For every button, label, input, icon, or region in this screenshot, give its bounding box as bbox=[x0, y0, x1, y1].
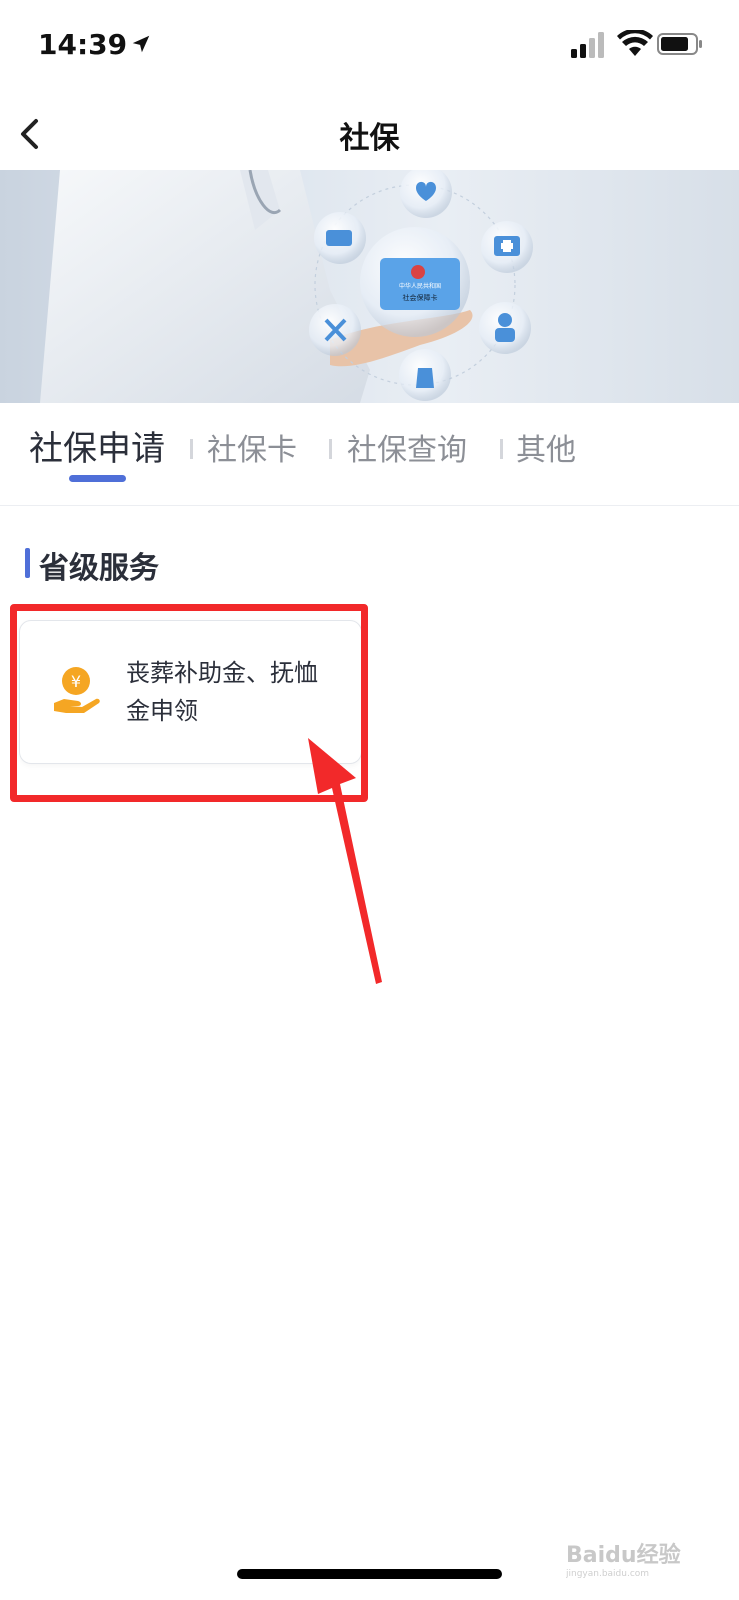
banner-illustration: 中华人民共和国 社会保障卡 bbox=[40, 170, 533, 403]
tab-shebao-apply[interactable]: 社保申请 bbox=[29, 421, 165, 470]
annotation-arrow-icon bbox=[308, 738, 382, 984]
tab-shebao-query[interactable]: 社保查询 bbox=[347, 425, 467, 469]
category-tabs: 社保申请 社保卡 社保查询 其他 bbox=[0, 403, 739, 506]
tab-divider bbox=[190, 439, 193, 459]
baidu-jingyan-watermark: Baidu经验 jingyan.baidu.com bbox=[566, 1542, 681, 1578]
battery-icon bbox=[657, 33, 702, 55]
section-title: 省级服务 bbox=[39, 551, 159, 586]
watermark-url: jingyan.baidu.com bbox=[566, 1569, 649, 1578]
active-tab-indicator bbox=[69, 475, 126, 482]
page-title: 社保 bbox=[339, 121, 400, 156]
home-indicator[interactable] bbox=[237, 1569, 502, 1579]
location-arrow-icon bbox=[132, 35, 150, 53]
banner-image: 中华人民共和国 社会保障卡 bbox=[0, 170, 739, 403]
watermark-text: Baidu经验 bbox=[566, 1542, 681, 1568]
status-bar: 14:39 bbox=[0, 0, 739, 95]
status-time: 14:39 bbox=[38, 28, 128, 61]
card-line2: 社会保障卡 bbox=[403, 293, 438, 302]
nav-bar: 社保 bbox=[0, 95, 739, 170]
card-line1: 中华人民共和国 bbox=[399, 282, 441, 290]
tab-other[interactable]: 其他 bbox=[516, 425, 576, 469]
tab-shebao-card[interactable]: 社保卡 bbox=[207, 425, 297, 469]
tab-divider bbox=[329, 439, 332, 459]
wifi-icon bbox=[617, 30, 653, 56]
section-accent-bar bbox=[25, 548, 30, 578]
tab-divider bbox=[500, 439, 503, 459]
cellular-signal-icon bbox=[571, 32, 604, 58]
